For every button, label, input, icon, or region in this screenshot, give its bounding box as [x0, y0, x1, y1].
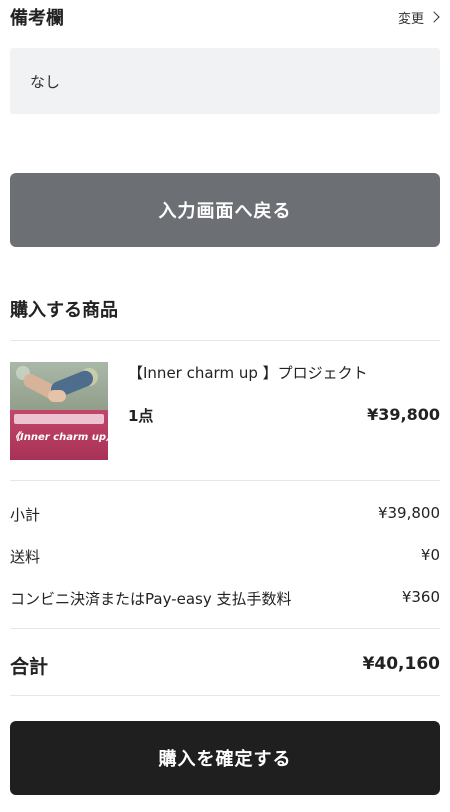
divider [10, 628, 440, 629]
product-name: 【Inner charm up 】プロジェクト [128, 364, 368, 382]
thumbnail-caption: 《Inner charm up》 [10, 432, 108, 443]
change-label: 変更 [397, 11, 424, 27]
memo-title: 備考欄 [10, 8, 64, 29]
total-value: ¥40,160 [362, 654, 440, 674]
divider [10, 340, 440, 341]
subtotal-label: 小計 [10, 506, 41, 524]
divider [10, 695, 440, 696]
confirm-purchase-button[interactable]: 購入を確定する [10, 721, 440, 795]
product-price: ¥39,800 [367, 405, 440, 424]
memo-header: 備考欄 変更 [10, 0, 440, 34]
fee-label: コンビニ決済またはPay-easy 支払手数料 [10, 590, 292, 608]
fee-value: ¥360 [401, 588, 440, 606]
chevron-right-icon [428, 11, 440, 23]
shipping-value: ¥0 [420, 546, 440, 564]
memo-value: なし [30, 72, 61, 91]
back-to-input-button[interactable]: 入力画面へ戻る [10, 173, 440, 247]
divider [10, 480, 440, 481]
total-label: 合計 [10, 656, 49, 678]
product-quantity: 1点 [128, 407, 154, 425]
product-thumbnail: 《Inner charm up》 [10, 362, 108, 460]
summary-row-subtotal: 小計 ¥39,800 [10, 504, 440, 525]
shipping-label: 送料 [10, 548, 41, 566]
memo-value-box: なし [10, 48, 440, 114]
summary-row-shipping: 送料 ¥0 [10, 546, 440, 567]
change-memo-link[interactable]: 変更 [398, 8, 440, 27]
summary-row-fee: コンビニ決済またはPay-easy 支払手数料 ¥360 [10, 588, 440, 609]
subtotal-value: ¥39,800 [377, 504, 440, 522]
items-section-title: 購入する商品 [10, 300, 118, 321]
